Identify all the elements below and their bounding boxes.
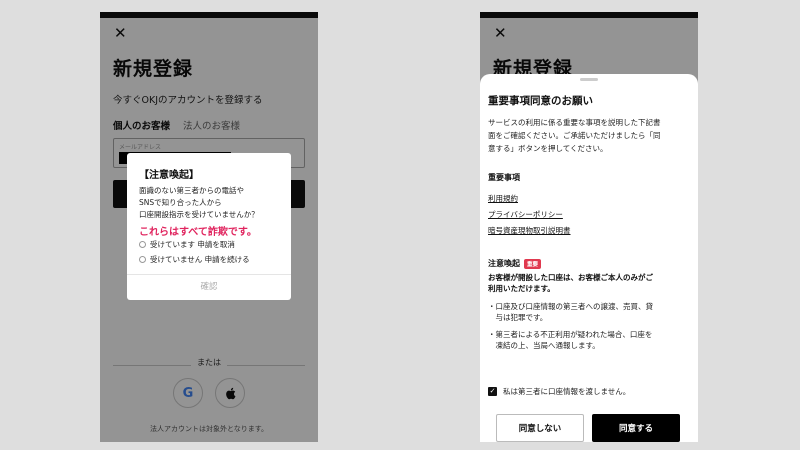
privacy-policy-link[interactable]: プライバシーポリシー <box>488 209 563 220</box>
caution-bullet: ・口座及び口座情報の第三者への譲渡、売買、貸 与は犯罪です。 <box>488 301 653 323</box>
no-sharing-checkbox-row[interactable]: ✓ 私は第三者に口座情報を渡しません。 <box>488 386 630 397</box>
dialog-body-line: 口座開設指示を受けていませんか？ <box>139 210 259 219</box>
bullet-line: ・口座及び口座情報の第三者への譲渡、売買、貸 <box>488 302 653 311</box>
confirm-button[interactable]: 確認 <box>127 280 291 292</box>
radio-button[interactable] <box>139 241 146 248</box>
sheet-description: サービスの利用に係る重要な事項を説明した下記書 面をご確認ください。ご承諾いただ… <box>488 116 693 155</box>
caution-heading-label: 注意喚起 <box>488 259 520 268</box>
check-icon: ✓ <box>489 387 496 395</box>
bullet-line: ・第三者による不正利用が疑われた場合、口座を <box>488 330 653 339</box>
dialog-body-line: SNSで知り合った人から <box>139 198 222 207</box>
radio-button[interactable] <box>139 256 146 263</box>
option-not-received[interactable]: 受けていません 申請を続ける <box>139 254 250 265</box>
warning-dialog: 【注意喚起】 面識のない第三者からの電話や SNSで知り合った人から 口座開設指… <box>127 153 291 300</box>
disagree-button[interactable]: 同意しない <box>496 414 584 442</box>
dialog-body-line: 面識のない第三者からの電話や <box>139 186 244 195</box>
right-screen: ✕ 新規登録 重要事項同意のお願い サービスの利用に係る重要な事項を説明した下記… <box>480 12 698 442</box>
caution-heading: 注意喚起 重要 <box>488 258 542 269</box>
agree-button[interactable]: 同意する <box>592 414 680 442</box>
checkbox[interactable]: ✓ <box>488 387 497 396</box>
option-received[interactable]: 受けています 申請を取消 <box>139 239 235 250</box>
crypto-trading-doc-link[interactable]: 暗号資産現物取引説明書 <box>488 225 571 236</box>
option-label: 受けていません 申請を続ける <box>150 255 250 264</box>
bullet-line: 凍結の上、当局へ通報します。 <box>488 341 600 350</box>
description-line: 面をご確認ください。ご承諾いただけましたら「同 <box>488 131 661 140</box>
important-badge: 重要 <box>524 258 542 269</box>
sheet-handle[interactable] <box>580 78 598 81</box>
caution-bullet: ・第三者による不正利用が疑われた場合、口座を 凍結の上、当局へ通報します。 <box>488 329 652 351</box>
sheet-title: 重要事項同意のお願い <box>488 95 593 107</box>
option-label: 受けています 申請を取消 <box>150 240 235 249</box>
caution-line: お客様が開設した口座は、お客様ご本人のみがご <box>488 273 653 282</box>
left-screen: ✕ 新規登録 今すぐOKJのアカウントを登録する 個人のお客様 法人のお客様 メ… <box>100 12 318 442</box>
caution-line: 利用いただけます。 <box>488 284 555 293</box>
bullet-line: 与は犯罪です。 <box>488 313 548 322</box>
dialog-title: 【注意喚起】 <box>139 170 199 181</box>
fraud-warning: これらはすべて詐欺です。 <box>139 227 257 238</box>
checkbox-label: 私は第三者に口座情報を渡しません。 <box>503 387 631 396</box>
important-heading: 重要事項 <box>488 173 520 182</box>
consent-bottom-sheet: 重要事項同意のお願い サービスの利用に係る重要な事項を説明した下記書 面をご確認… <box>480 74 698 442</box>
dialog-divider <box>127 274 291 275</box>
dialog-body: 面識のない第三者からの電話や SNSで知り合った人から 口座開設指示を受けていま… <box>139 185 259 221</box>
description-line: サービスの利用に係る重要な事項を説明した下記書 <box>488 118 661 127</box>
caution-summary: お客様が開設した口座は、お客様ご本人のみがご 利用いただけます。 <box>488 272 653 294</box>
description-line: 意する」ボタンを押してください。 <box>488 144 608 153</box>
terms-link[interactable]: 利用規約 <box>488 193 518 204</box>
